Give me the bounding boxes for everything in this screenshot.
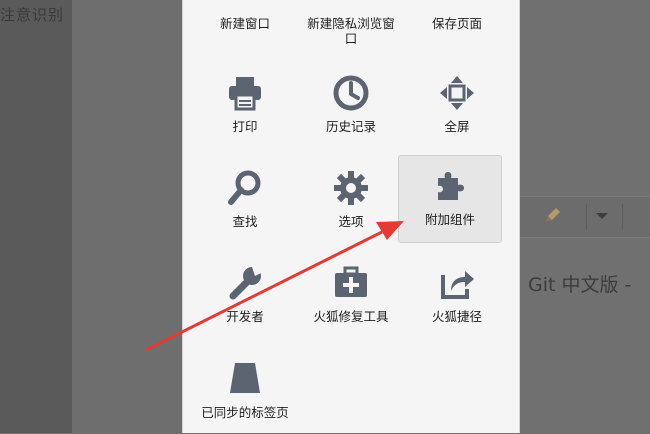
gear-icon	[331, 168, 371, 208]
menu-item-label: 火狐捷径	[431, 309, 482, 324]
menu-item-label: 附加组件	[424, 212, 475, 227]
options-button[interactable]: 选项	[302, 157, 400, 243]
dropdown-caret-icon[interactable]	[596, 213, 608, 219]
menu-item-label: 历史记录	[325, 119, 376, 134]
toolbar-separator	[622, 204, 623, 230]
find-button[interactable]: 查找	[196, 157, 294, 243]
firefox-shortcut-button[interactable]: 火狐捷径	[408, 252, 506, 338]
menu-item-label: 保存页面	[431, 16, 482, 31]
fullscreen-button[interactable]: 全屏	[408, 62, 506, 148]
background-left-text: 注意识别	[0, 6, 65, 24]
firefox-repair-tool-button[interactable]: 火狐修复工具	[302, 252, 400, 338]
new-window-button[interactable]: 新建窗口	[196, 0, 294, 60]
new-private-window-button[interactable]: 新建隐私浏览窗口	[302, 0, 400, 60]
menu-item-label: 选项	[338, 214, 364, 229]
clock-icon	[331, 73, 371, 113]
synced-tabs-icon	[225, 359, 265, 399]
save-page-icon	[437, 0, 477, 1]
developer-button[interactable]: 开发者	[196, 252, 294, 338]
firefox-menu-panel: 新建窗口 新建隐私浏览窗口 保存页面 打印 历史记录 全屏 查找 选项 附加组件…	[182, 0, 520, 433]
toolbar-separator	[586, 204, 587, 230]
menu-item-label: 全屏	[444, 119, 470, 134]
menu-item-label: 新建窗口	[219, 16, 270, 31]
menu-item-label: 打印	[232, 119, 258, 134]
wrench-icon	[225, 263, 265, 303]
printer-icon	[225, 73, 265, 113]
background-toolbar	[518, 196, 650, 238]
menu-item-label: 已同步的标签页	[201, 405, 289, 420]
background-heading: Git 中文版 -	[528, 274, 632, 296]
menu-item-label: 开发者	[226, 309, 264, 324]
magnifier-icon	[225, 168, 265, 208]
toolbox-icon	[331, 263, 371, 303]
synced-tabs-button[interactable]: 已同步的标签页	[196, 348, 294, 434]
new-window-icon	[225, 0, 265, 1]
puzzle-icon	[430, 166, 470, 206]
pen-icon	[544, 206, 562, 224]
private-window-icon	[331, 0, 371, 1]
save-page-button[interactable]: 保存页面	[408, 0, 506, 60]
menu-item-label: 查找	[232, 214, 258, 229]
menu-item-label: 火狐修复工具	[313, 309, 389, 324]
fullscreen-icon	[437, 73, 477, 113]
print-button[interactable]: 打印	[196, 62, 294, 148]
add-ons-button[interactable]: 附加组件	[398, 155, 502, 243]
background-left-region	[0, 0, 72, 433]
share-icon	[437, 263, 477, 303]
history-button[interactable]: 历史记录	[302, 62, 400, 148]
menu-item-label: 新建隐私浏览窗口	[307, 16, 395, 46]
